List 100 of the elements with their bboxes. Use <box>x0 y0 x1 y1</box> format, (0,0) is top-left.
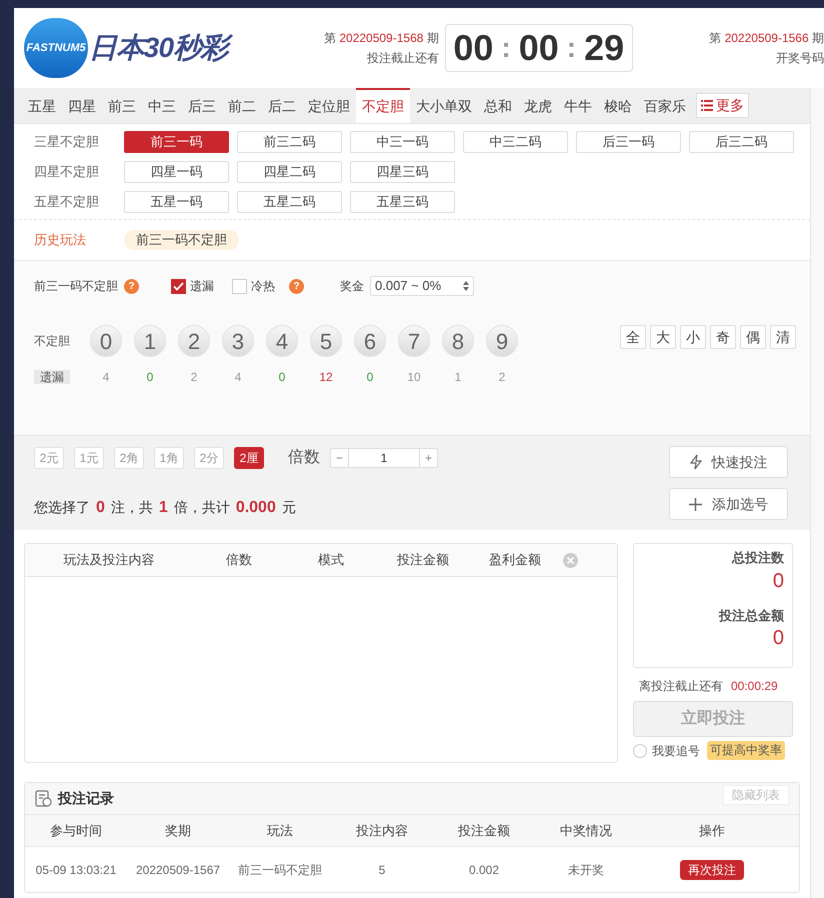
add-selection-button[interactable]: 添加选号 <box>669 488 788 520</box>
total-amount-label: 投注总金额 <box>719 606 784 624</box>
chase-radio[interactable] <box>633 744 647 758</box>
column-header: 奖期 <box>164 822 192 840</box>
unit-button[interactable]: 2厘 <box>234 447 264 469</box>
miss-count: 12 <box>319 370 333 384</box>
bonus-label: 奖金 <box>340 278 364 295</box>
quick-select-button[interactable]: 大 <box>650 325 676 349</box>
records-title: 投注记录 <box>58 789 114 808</box>
ball-row-label: 不定胆 <box>34 333 71 350</box>
miss-label: 遗漏 <box>34 370 70 384</box>
table-cell-text: 05-09 13:03:21 <box>34 862 118 878</box>
play-option[interactable]: 后三二码 <box>689 131 794 153</box>
group-label: 三星不定胆 <box>33 133 100 152</box>
play-tab[interactable]: 梭哈 <box>598 88 638 123</box>
quick-select-button[interactable]: 清 <box>770 325 796 349</box>
play-tab[interactable]: 后三 <box>182 88 222 123</box>
column-header: 盈利金额 <box>488 551 542 570</box>
quick-select-button[interactable]: 全 <box>620 325 646 349</box>
plus-icon <box>689 498 702 510</box>
issue-number: 第 20220509-1566 期 <box>709 30 824 47</box>
checkbox-label: 冷热 <box>251 278 275 295</box>
table-cell-text: 未开奖 <box>567 862 605 878</box>
column-header: 中奖情况 <box>559 822 613 840</box>
play-name: 前三一码不定胆 <box>34 278 118 295</box>
column-header: 投注金额 <box>396 551 450 570</box>
column-header: 操作 <box>698 822 726 840</box>
history-play-tag[interactable]: 前三一码不定胆 <box>124 230 239 250</box>
table-cell-text: 前三一码不定胆 <box>237 862 323 878</box>
document-icon <box>35 790 52 807</box>
miss-count: 10 <box>407 370 421 384</box>
play-tab[interactable]: 定位胆 <box>302 88 356 123</box>
column-header: 参与时间 <box>49 822 103 840</box>
total-amount: 0 <box>772 626 784 651</box>
play-tab[interactable]: 不定胆 <box>356 88 410 123</box>
play-option[interactable]: 前三二码 <box>237 131 342 153</box>
play-tab[interactable]: 大小单双 <box>410 88 478 123</box>
play-option[interactable]: 四星一码 <box>124 161 229 183</box>
play-tab[interactable]: 龙虎 <box>518 88 558 123</box>
play-option[interactable]: 五星三码 <box>350 191 455 213</box>
column-header: 倍数 <box>225 551 253 570</box>
table-cell-text: 5 <box>378 862 386 878</box>
miss-count: 2 <box>498 370 506 384</box>
play-tab[interactable]: 百家乐 <box>638 88 692 123</box>
play-option[interactable]: 中三一码 <box>350 131 455 153</box>
table-cell-text: 0.002 <box>468 862 500 878</box>
chase-label: 我要追号 <box>652 742 700 760</box>
logo-text: 日本30秒彩 <box>89 30 234 66</box>
miss-count: 0 <box>366 370 374 384</box>
column-header: 模式 <box>317 551 345 570</box>
play-option[interactable]: 四星三码 <box>350 161 455 183</box>
spinner-icon <box>463 281 469 291</box>
play-tab[interactable]: 前二 <box>222 88 262 123</box>
play-tab[interactable]: 前三 <box>102 88 142 123</box>
play-tab[interactable]: 四星 <box>62 88 102 123</box>
total-count-label: 总投注数 <box>732 549 784 567</box>
selection-summary: 您选择了 0 注，共 1 倍，共计 0.000 元 <box>34 498 297 518</box>
issue-label: 投注截止还有 <box>366 50 439 67</box>
lightning-icon <box>690 454 702 470</box>
miss-count: 0 <box>146 370 154 384</box>
group-label: 五星不定胆 <box>33 193 100 212</box>
play-option[interactable]: 后三一码 <box>576 131 681 153</box>
deadline-label: 离投注截止还有 <box>639 678 723 695</box>
column-header: 玩法及投注内容 <box>62 551 156 570</box>
rebet-button[interactable]: 再次投注 <box>680 860 744 880</box>
multiplier-stepper[interactable]: − 1 + <box>330 448 438 468</box>
chase-badge: 可提高中奖率 <box>707 741 785 760</box>
quick-select-button[interactable]: 偶 <box>740 325 766 349</box>
logo-badge: FASTNUM5 <box>24 18 88 78</box>
total-count: 0 <box>772 568 784 594</box>
history-label: 历史玩法 <box>33 231 87 250</box>
quick-select-button[interactable]: 奇 <box>710 325 736 349</box>
play-tab[interactable]: 总和 <box>478 88 518 123</box>
play-option[interactable]: 五星一码 <box>124 191 229 213</box>
checkbox[interactable] <box>171 278 186 294</box>
bonus-select[interactable]: 0.007 ~ 0% <box>370 276 474 296</box>
play-tab[interactable]: 后二 <box>262 88 302 123</box>
play-option[interactable]: 五星二码 <box>237 191 342 213</box>
play-tab[interactable]: 五星 <box>22 88 62 123</box>
miss-count: 0 <box>278 370 286 384</box>
quick-select-button[interactable]: 小 <box>680 325 706 349</box>
checkbox-label: 遗漏 <box>190 278 214 295</box>
list-icon <box>701 100 713 111</box>
miss-count: 1 <box>454 370 462 384</box>
clear-icon[interactable] <box>563 552 578 568</box>
table-cell-text: 20220509-1567 <box>134 862 222 878</box>
miss-count: 2 <box>190 370 198 384</box>
play-tab[interactable]: 牛牛 <box>558 88 598 123</box>
group-label: 四星不定胆 <box>33 163 100 182</box>
more-tab[interactable]: 更多 <box>696 93 749 118</box>
column-header: 投注金额 <box>457 822 511 840</box>
miss-count: 4 <box>102 370 110 384</box>
column-header: 投注内容 <box>355 822 409 840</box>
countdown-timer: 00 : 00 : 29 <box>444 24 633 72</box>
column-header: 玩法 <box>266 822 294 840</box>
quick-bet-button[interactable]: 快速投注 <box>669 446 788 478</box>
play-tab[interactable]: 中三 <box>142 88 182 123</box>
play-option[interactable]: 四星二码 <box>237 161 342 183</box>
play-option[interactable]: 前三一码 <box>124 131 229 153</box>
play-option[interactable]: 中三二码 <box>463 131 568 153</box>
